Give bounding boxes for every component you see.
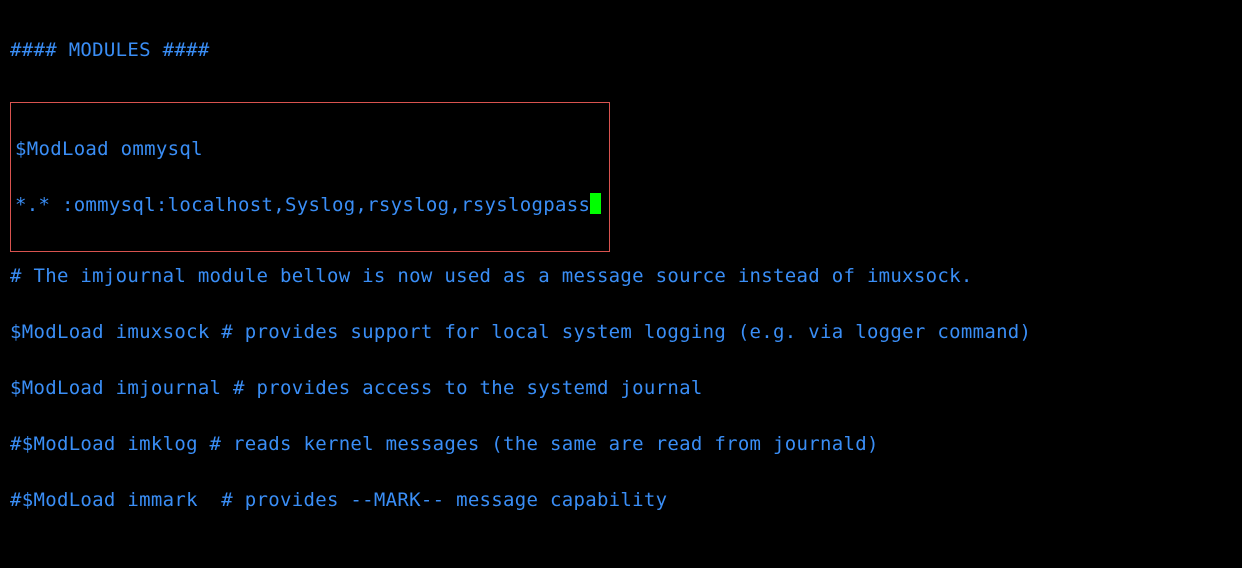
- highlighted-config-block: $ModLoad ommysql *.* :ommysql:localhost,…: [10, 102, 610, 252]
- text-cursor: [590, 193, 601, 214]
- config-line: #$ModLoad immark # provides --MARK-- mes…: [10, 486, 1232, 514]
- config-line: # The imjournal module bellow is now use…: [10, 262, 1232, 290]
- blank-line: [10, 542, 1232, 568]
- config-text: *.* :ommysql:localhost,Syslog,rsyslog,rs…: [15, 194, 590, 216]
- config-line: $ModLoad ommysql: [15, 135, 601, 163]
- terminal-editor[interactable]: #### MODULES #### $ModLoad ommysql *.* :…: [0, 0, 1242, 568]
- config-line: #$ModLoad imklog # reads kernel messages…: [10, 430, 1232, 458]
- config-line: *.* :ommysql:localhost,Syslog,rsyslog,rs…: [15, 191, 601, 219]
- config-line: $ModLoad imuxsock # provides support for…: [10, 318, 1232, 346]
- config-line: $ModLoad imjournal # provides access to …: [10, 374, 1232, 402]
- config-line: #### MODULES ####: [10, 36, 1232, 64]
